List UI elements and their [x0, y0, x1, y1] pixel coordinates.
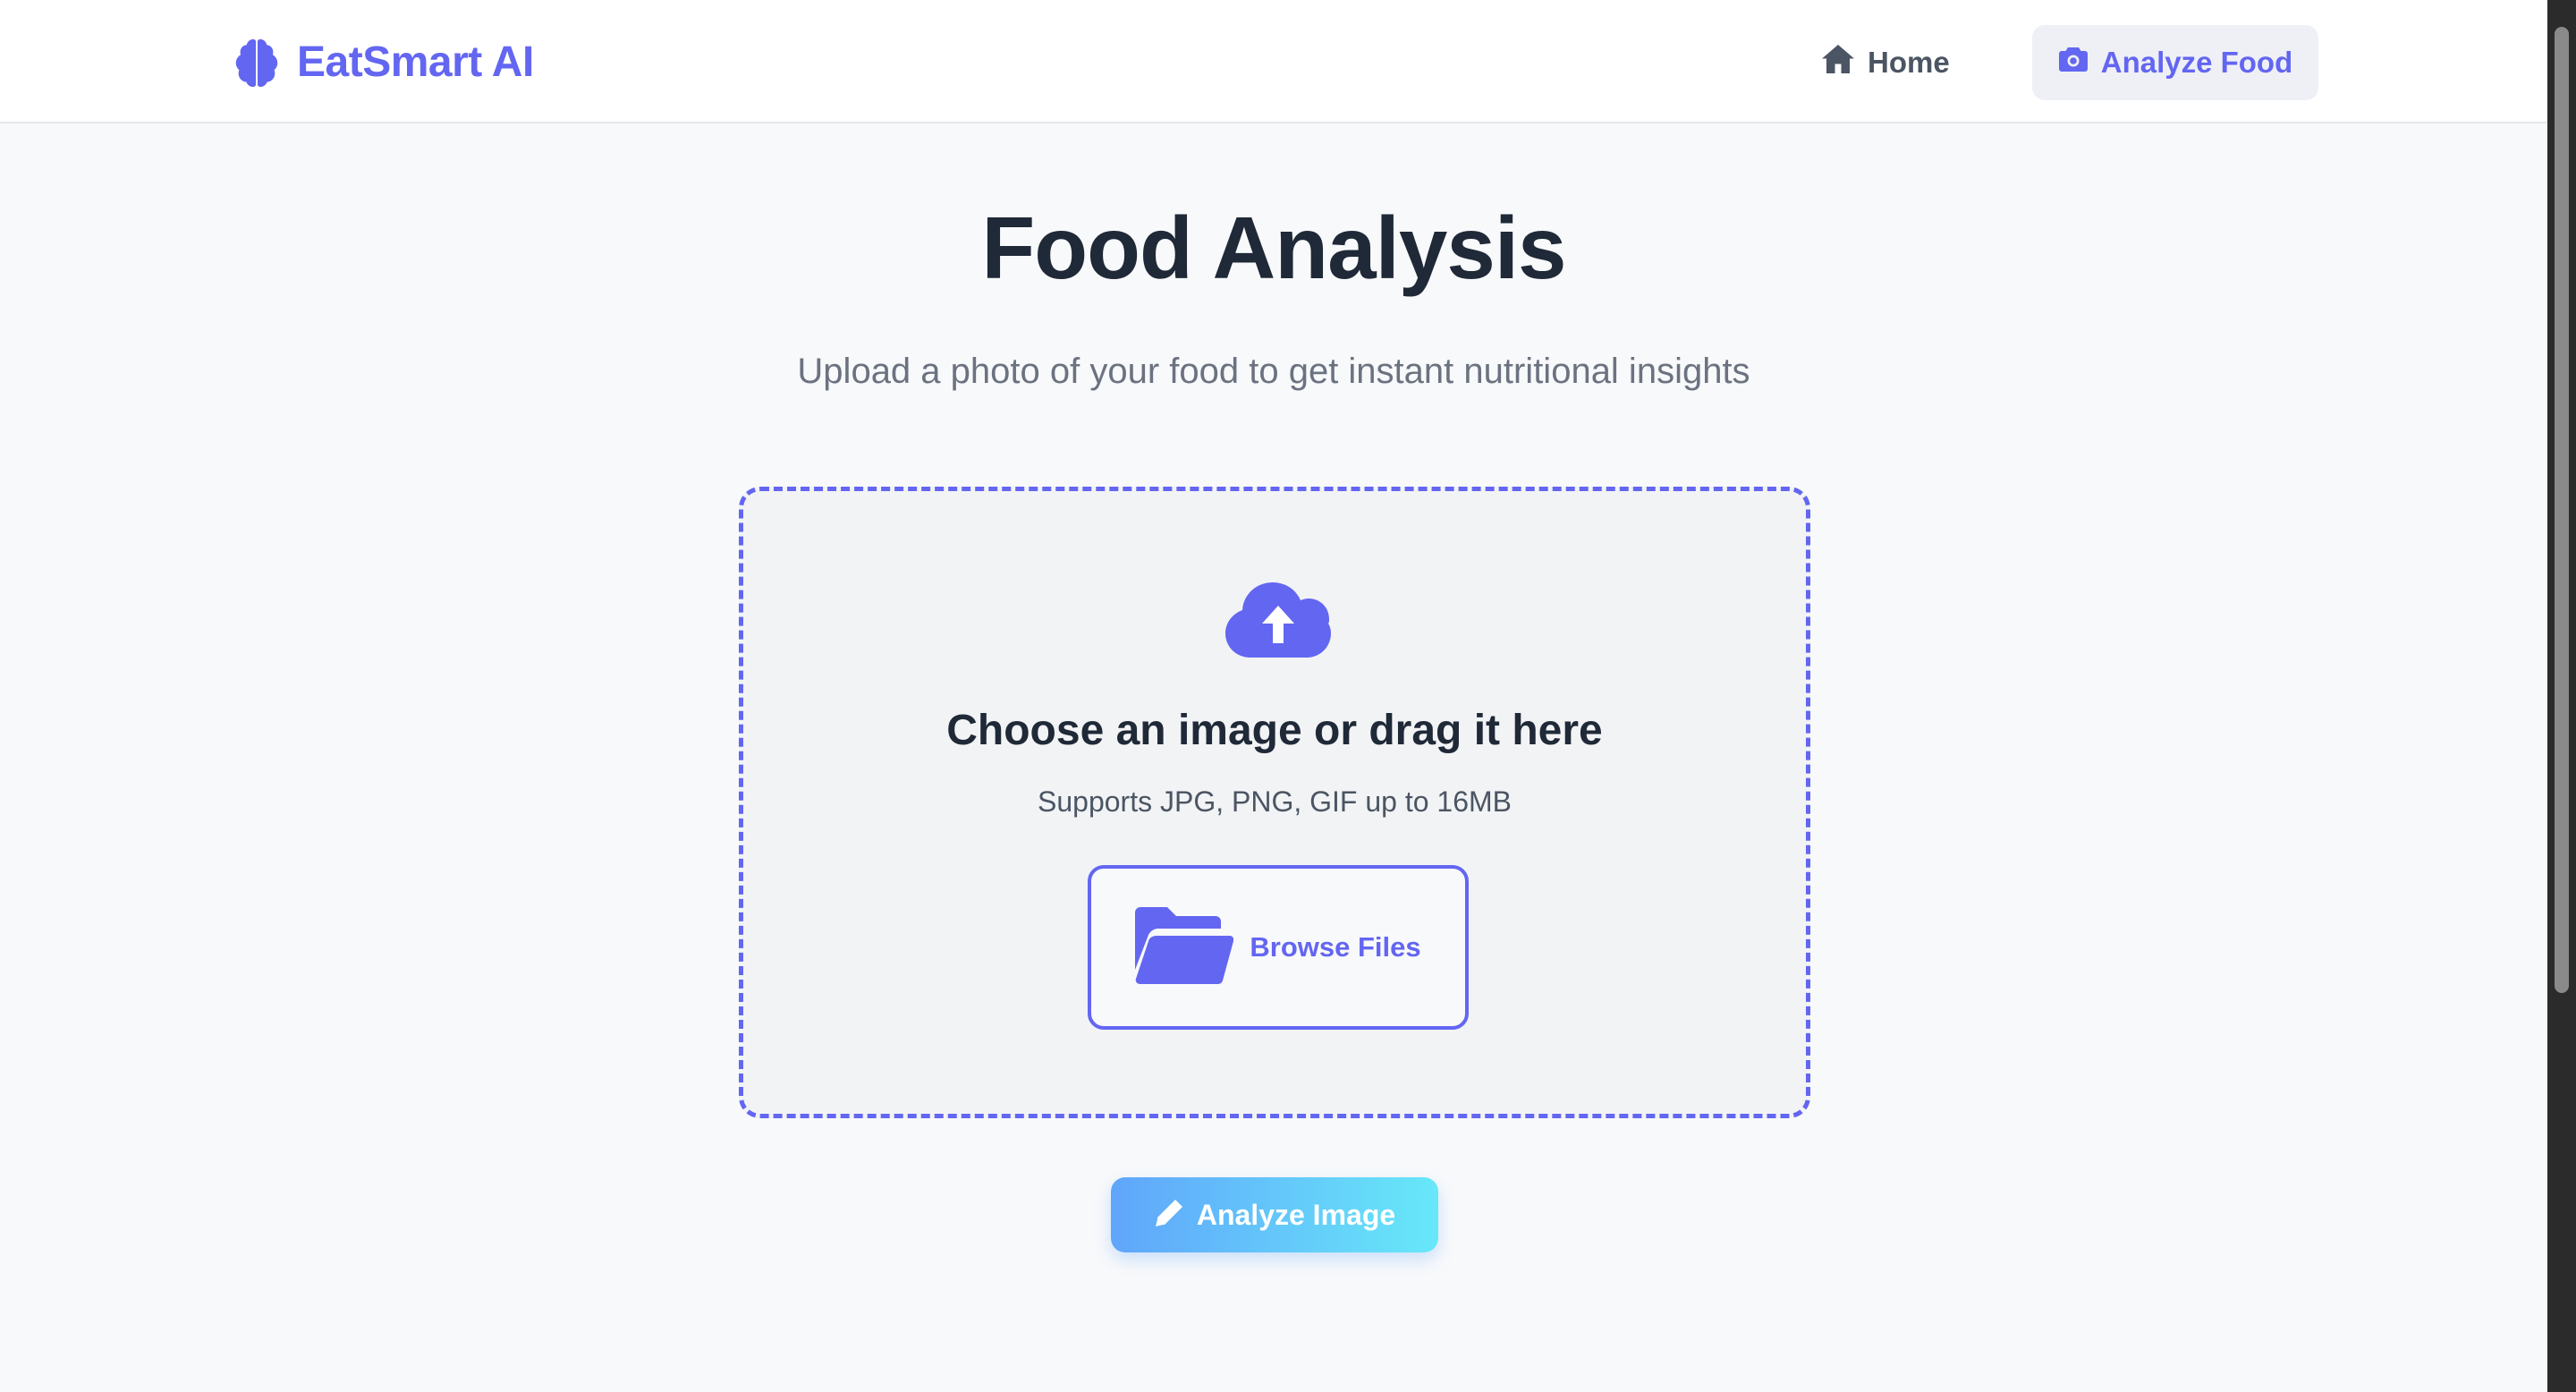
- nav-home-label: Home: [1868, 46, 1950, 79]
- browse-files-label: Browse Files: [1250, 931, 1421, 963]
- vertical-scrollbar[interactable]: [2547, 0, 2576, 1392]
- page: EatSmart AI Home Analyze Food Food Analy…: [0, 0, 2576, 1392]
- scrollbar-thumb[interactable]: [2555, 27, 2569, 993]
- navbar: EatSmart AI Home Analyze Food: [0, 0, 2547, 123]
- brand-name: EatSmart AI: [297, 38, 534, 86]
- page-subtitle: Upload a photo of your food to get insta…: [797, 352, 1750, 391]
- page-title: Food Analysis: [981, 199, 1566, 297]
- viewport: EatSmart AI Home Analyze Food Food Analy…: [0, 0, 2547, 1392]
- dropzone-hint: Supports JPG, PNG, GIF up to 16MB: [1038, 785, 1512, 818]
- dropzone-title: Choose an image or drag it here: [946, 707, 1603, 754]
- brain-icon: [229, 34, 284, 89]
- nav-home-link[interactable]: Home: [1792, 25, 1979, 100]
- nav-analyze-food-label: Analyze Food: [2100, 46, 2293, 79]
- cloud-upload-icon: [1224, 581, 1333, 664]
- nav-analyze-food-link[interactable]: Analyze Food: [2032, 25, 2318, 100]
- upload-dropzone[interactable]: Choose an image or drag it here Supports…: [739, 487, 1810, 1118]
- analyze-image-button[interactable]: Analyze Image: [1111, 1177, 1438, 1252]
- folder-open-icon: [1135, 906, 1234, 989]
- analyze-image-label: Analyze Image: [1196, 1198, 1396, 1231]
- pencil-icon: [1154, 1198, 1184, 1233]
- home-icon: [1821, 44, 1855, 81]
- browse-files-button[interactable]: Browse Files: [1088, 865, 1469, 1030]
- brand-link[interactable]: EatSmart AI: [229, 32, 534, 91]
- camera-icon: [2058, 46, 2089, 80]
